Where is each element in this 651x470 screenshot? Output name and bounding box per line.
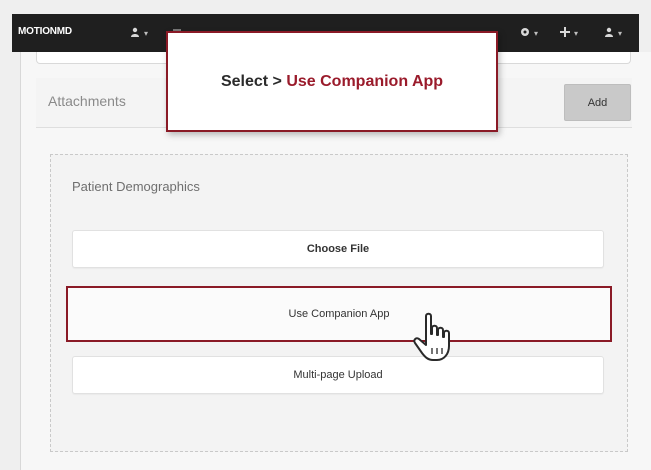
- nav-help-menu[interactable]: ▾: [520, 25, 538, 41]
- brand-logo[interactable]: MOTIONMD: [18, 26, 72, 37]
- account-icon: [604, 27, 614, 40]
- chevron-down-icon: ▾: [618, 28, 623, 38]
- add-icon: [560, 26, 570, 40]
- choose-file-button[interactable]: Choose File: [72, 230, 604, 268]
- chevron-down-icon: ▾: [534, 28, 539, 38]
- nav-account-menu[interactable]: ▾: [604, 25, 622, 41]
- user-icon: [130, 27, 140, 40]
- callout-highlight: Use Companion App: [286, 72, 444, 90]
- chevron-down-icon: ▾: [574, 28, 579, 38]
- attachments-title: Attachments: [48, 93, 126, 109]
- hand-cursor-icon: [412, 312, 456, 364]
- callout-prefix: Select >: [220, 72, 287, 90]
- add-attachment-button[interactable]: Add: [564, 84, 631, 121]
- nav-user-menu[interactable]: ▾: [130, 25, 148, 41]
- nav-add-menu[interactable]: ▾: [560, 25, 578, 41]
- screen: MOTIONMD ▾ ▾ ▾ ▾ Attachments Add Patient…: [0, 0, 651, 470]
- use-companion-app-button[interactable]: Use Companion App: [66, 286, 612, 342]
- chevron-down-icon: ▾: [144, 28, 149, 38]
- help-icon: [520, 27, 530, 40]
- instruction-callout: Select > Use Companion App: [166, 31, 498, 132]
- use-companion-app-label: Use Companion App: [288, 308, 390, 320]
- section-label: Patient Demographics: [72, 179, 200, 194]
- multi-page-upload-button[interactable]: Multi-page Upload: [72, 356, 604, 394]
